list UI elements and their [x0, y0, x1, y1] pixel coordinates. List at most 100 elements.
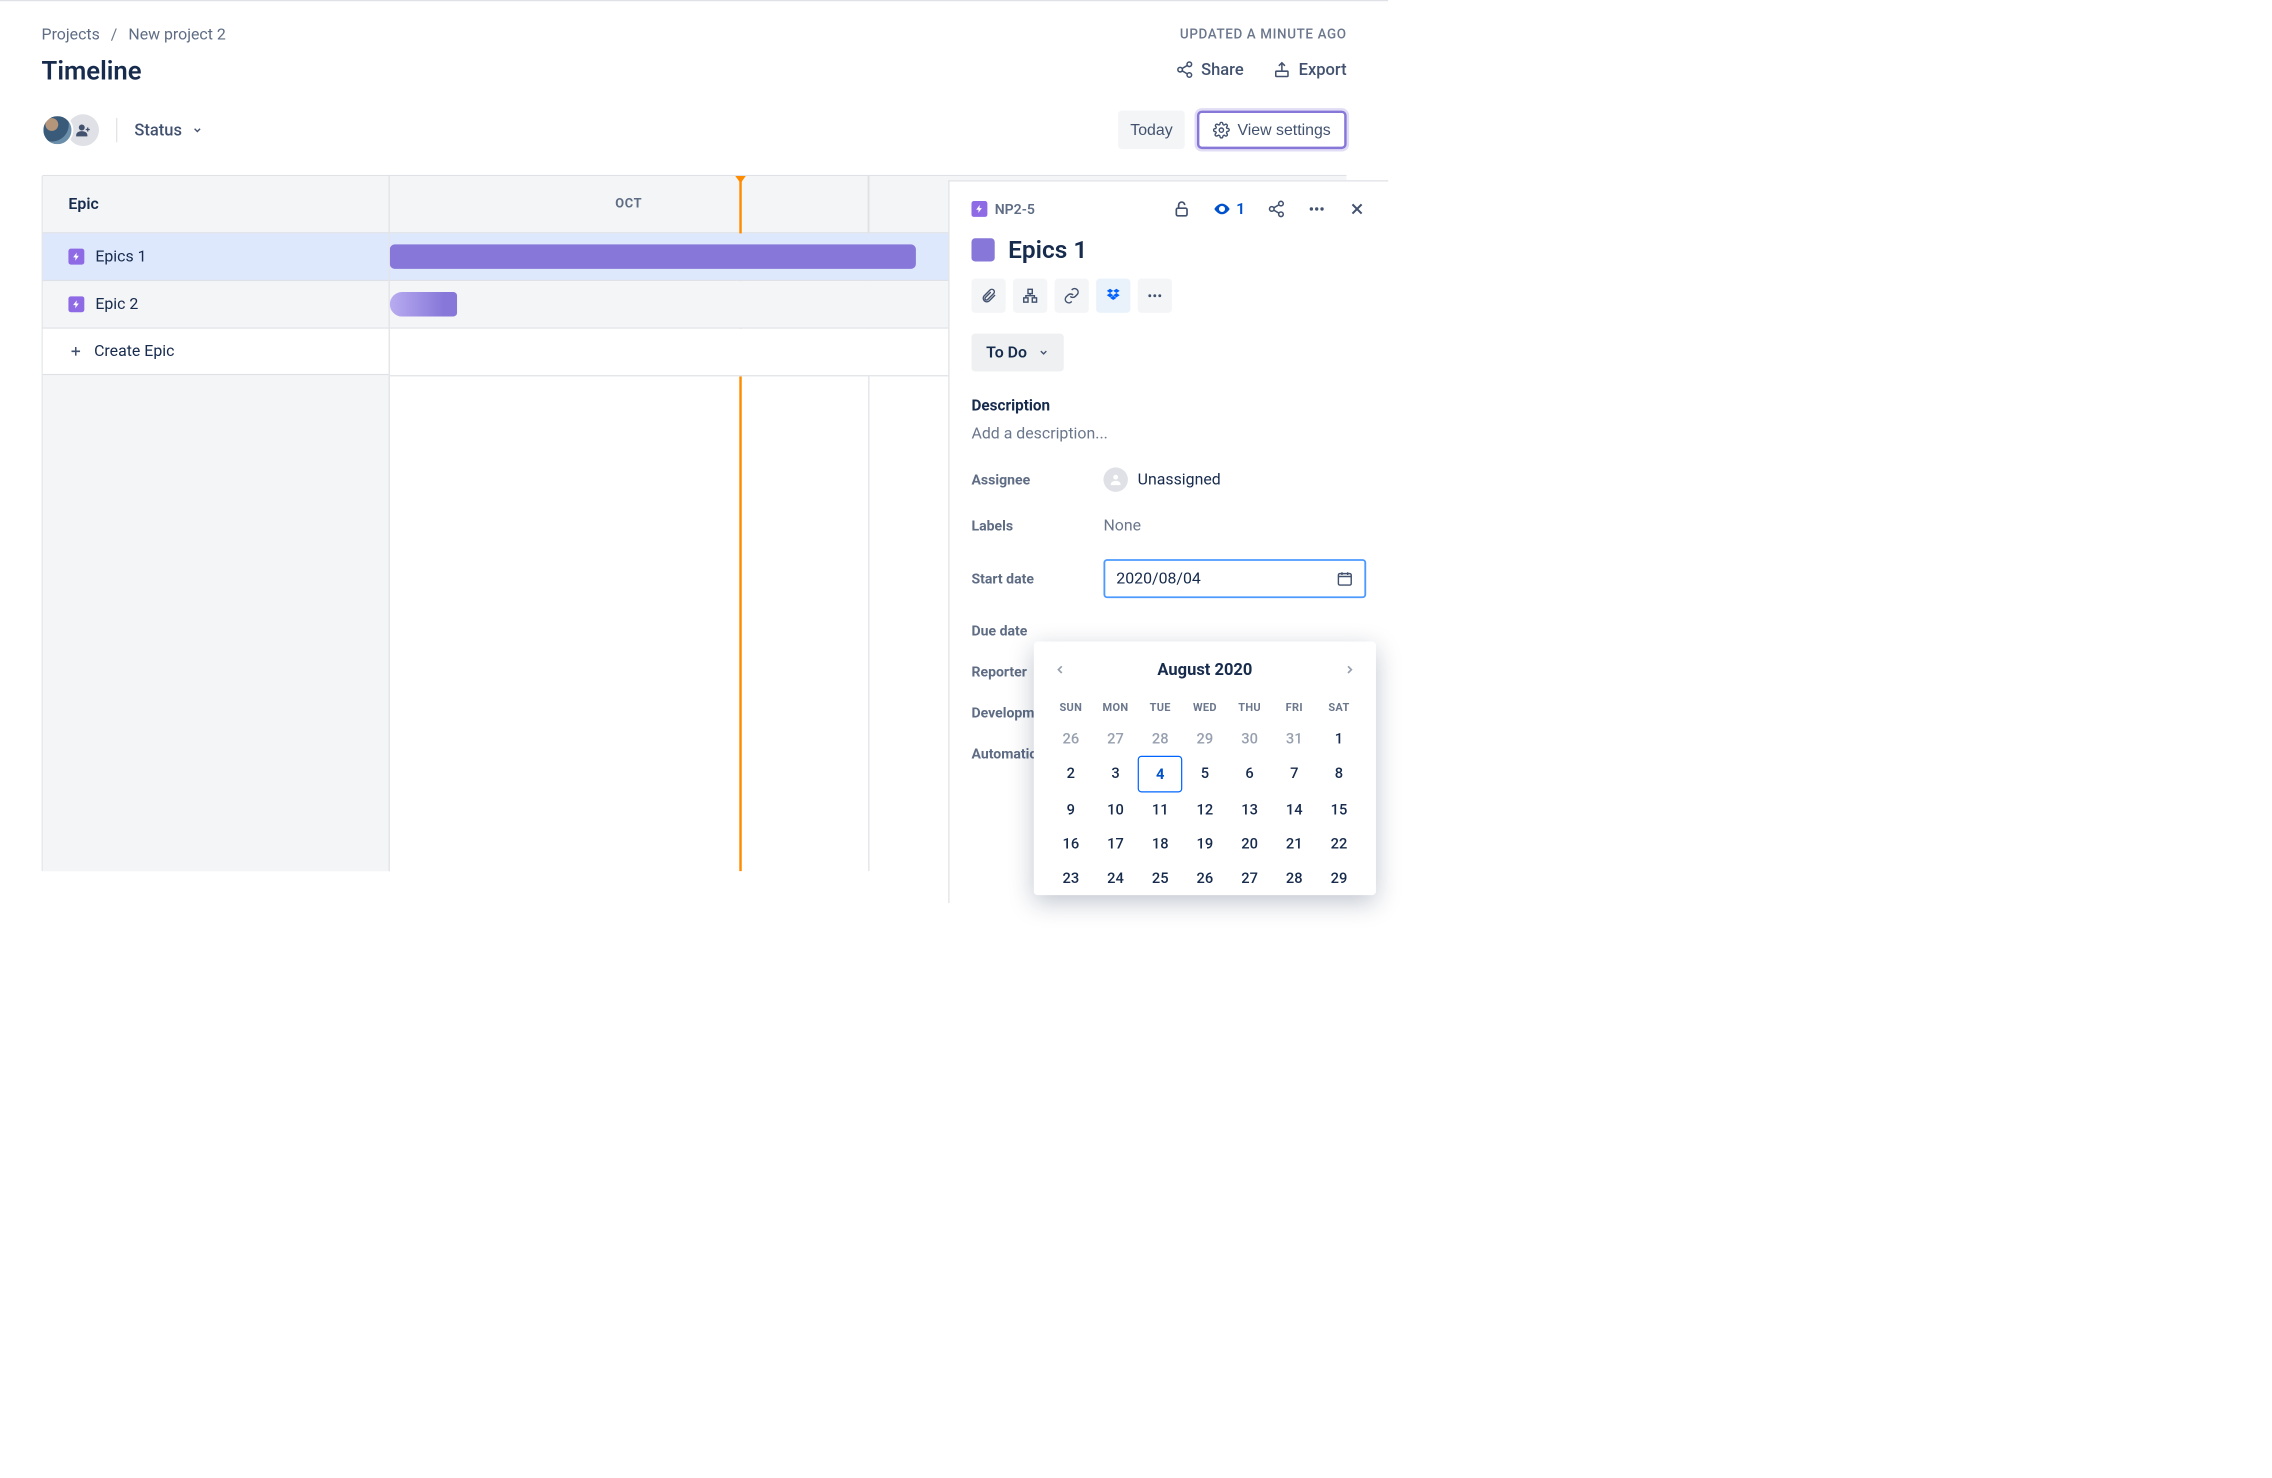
issue-breadcrumb[interactable]: NP2-5 — [971, 201, 1034, 217]
dropbox-button[interactable] — [1096, 279, 1130, 313]
paperclip-icon — [980, 287, 997, 304]
create-epic-label: Create Epic — [94, 342, 174, 360]
epic-row-2[interactable]: Epic 2 — [43, 281, 389, 329]
calendar-day[interactable]: 13 — [1227, 792, 1272, 826]
status-dropdown[interactable]: To Do — [971, 334, 1063, 372]
breadcrumb-root[interactable]: Projects — [42, 26, 100, 44]
epic-bar-1[interactable] — [390, 244, 916, 268]
epic-bar-2[interactable] — [390, 292, 457, 316]
calendar-day[interactable]: 15 — [1317, 792, 1362, 826]
start-date-value: 2020/08/04 — [1116, 569, 1201, 587]
view-settings-button[interactable]: View settings — [1197, 111, 1347, 149]
calendar-day[interactable]: 28 — [1272, 861, 1317, 895]
chevron-down-icon — [192, 124, 203, 135]
calendar-day[interactable]: 8 — [1317, 756, 1362, 793]
calendar-day[interactable]: 25 — [1138, 861, 1183, 895]
calendar-day[interactable]: 28 — [1138, 722, 1183, 756]
close-icon[interactable] — [1348, 200, 1366, 218]
calendar-day[interactable]: 22 — [1317, 827, 1362, 861]
status-filter[interactable]: Status — [134, 120, 202, 140]
epic-icon — [68, 249, 84, 265]
assignee-value[interactable]: Unassigned — [1103, 467, 1220, 491]
calendar-day[interactable]: 1 — [1317, 722, 1362, 756]
share-icon — [1175, 60, 1193, 78]
dots-icon — [1146, 287, 1163, 304]
calendar-day[interactable]: 17 — [1093, 827, 1138, 861]
user-avatar[interactable] — [42, 114, 74, 146]
status-label: Status — [134, 120, 182, 140]
share-icon[interactable] — [1267, 200, 1285, 218]
watchers-button[interactable]: 1 — [1213, 200, 1245, 218]
export-button[interactable]: Export — [1273, 60, 1347, 80]
create-epic-button[interactable]: Create Epic — [43, 329, 389, 375]
calendar-day[interactable]: 24 — [1093, 861, 1138, 895]
issue-title[interactable]: Epics 1 — [1008, 235, 1087, 264]
calendar-day[interactable]: 16 — [1048, 827, 1093, 861]
calendar-day[interactable]: 7 — [1272, 756, 1317, 793]
avatar-stack — [42, 114, 99, 146]
epic-icon — [971, 201, 987, 217]
issue-key: NP2-5 — [995, 201, 1035, 217]
prev-month-button[interactable] — [1053, 663, 1066, 676]
month-oct: OCT — [390, 176, 869, 232]
calendar-day[interactable]: 29 — [1317, 861, 1362, 895]
add-person-icon — [75, 122, 91, 138]
calendar-day[interactable]: 27 — [1227, 861, 1272, 895]
calendar-day[interactable]: 11 — [1138, 792, 1183, 826]
calendar-day[interactable]: 26 — [1183, 861, 1228, 895]
epic-color-swatch[interactable] — [971, 238, 994, 261]
calendar-day[interactable]: 3 — [1093, 756, 1138, 793]
calendar-day[interactable]: 26 — [1048, 722, 1093, 756]
calendar-day[interactable]: 4 — [1138, 756, 1183, 793]
attach-button[interactable] — [971, 279, 1005, 313]
calendar-day[interactable]: 31 — [1272, 722, 1317, 756]
gear-icon — [1213, 121, 1230, 138]
more-actions-button[interactable] — [1138, 279, 1172, 313]
hierarchy-icon — [1022, 287, 1039, 304]
calendar-day[interactable]: 29 — [1183, 722, 1228, 756]
start-date-input[interactable]: 2020/08/04 — [1103, 559, 1366, 598]
plus-icon — [68, 344, 83, 359]
calendar-day[interactable]: 19 — [1183, 827, 1228, 861]
calendar-day[interactable]: 23 — [1048, 861, 1093, 895]
child-issues-button[interactable] — [1013, 279, 1047, 313]
calendar-day[interactable]: 30 — [1227, 722, 1272, 756]
lock-icon[interactable] — [1173, 200, 1191, 218]
calendar-day[interactable]: 27 — [1093, 722, 1138, 756]
breadcrumb-sep: / — [111, 26, 118, 44]
dow-header: THU — [1227, 694, 1272, 721]
status-value: To Do — [986, 343, 1027, 361]
breadcrumb-project[interactable]: New project 2 — [128, 26, 225, 44]
calendar-title: August 2020 — [1157, 660, 1252, 680]
updated-ago: UPDATED A MINUTE AGO — [1180, 27, 1347, 42]
calendar-day[interactable]: 21 — [1272, 827, 1317, 861]
epic-icon — [68, 296, 84, 312]
export-icon — [1273, 60, 1291, 78]
calendar-day[interactable]: 20 — [1227, 827, 1272, 861]
eye-icon — [1213, 200, 1231, 218]
dropbox-icon — [1105, 287, 1122, 304]
calendar-day[interactable]: 5 — [1183, 756, 1228, 793]
assignee-label: Assignee — [971, 471, 1103, 487]
divider — [116, 118, 117, 142]
more-icon[interactable] — [1308, 200, 1326, 218]
calendar-icon — [1336, 570, 1353, 587]
calendar-day[interactable]: 14 — [1272, 792, 1317, 826]
calendar-day[interactable]: 12 — [1183, 792, 1228, 826]
dow-header: TUE — [1138, 694, 1183, 721]
calendar-day[interactable]: 10 — [1093, 792, 1138, 826]
calendar-day[interactable]: 2 — [1048, 756, 1093, 793]
share-button[interactable]: Share — [1175, 60, 1243, 80]
calendar-day[interactable]: 18 — [1138, 827, 1183, 861]
today-button[interactable]: Today — [1118, 111, 1185, 149]
epic-column-header: Epic — [43, 176, 389, 233]
link-icon — [1063, 287, 1080, 304]
watch-count: 1 — [1236, 200, 1245, 218]
link-button[interactable] — [1055, 279, 1089, 313]
calendar-day[interactable]: 6 — [1227, 756, 1272, 793]
next-month-button[interactable] — [1343, 663, 1356, 676]
labels-value[interactable]: None — [1103, 516, 1141, 534]
epic-row-1[interactable]: Epics 1 — [43, 233, 389, 281]
calendar-day[interactable]: 9 — [1048, 792, 1093, 826]
description-field[interactable]: Add a description... — [971, 425, 1366, 443]
